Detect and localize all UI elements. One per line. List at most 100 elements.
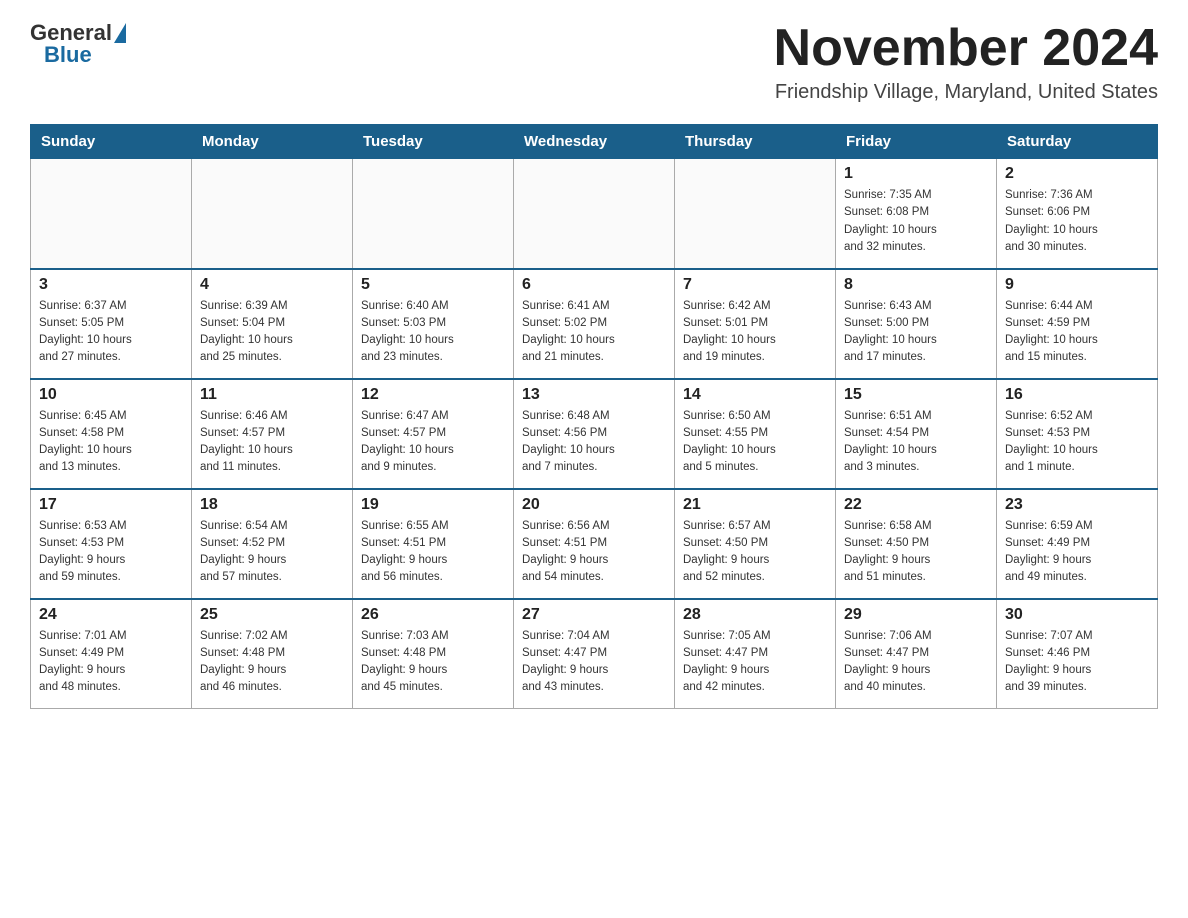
calendar-cell: 18Sunrise: 6:54 AM Sunset: 4:52 PM Dayli… xyxy=(192,489,353,599)
weekday-header-thursday: Thursday xyxy=(675,125,836,159)
cell-sun-info: Sunrise: 6:39 AM Sunset: 5:04 PM Dayligh… xyxy=(200,298,344,367)
cell-sun-info: Sunrise: 6:40 AM Sunset: 5:03 PM Dayligh… xyxy=(361,298,505,367)
cell-sun-info: Sunrise: 7:36 AM Sunset: 6:06 PM Dayligh… xyxy=(1005,187,1149,256)
cell-sun-info: Sunrise: 6:55 AM Sunset: 4:51 PM Dayligh… xyxy=(361,518,505,587)
cell-date-number: 25 xyxy=(200,606,344,624)
calendar-cell: 27Sunrise: 7:04 AM Sunset: 4:47 PM Dayli… xyxy=(514,599,675,709)
weekday-header-wednesday: Wednesday xyxy=(514,125,675,159)
calendar-cell: 6 Sunrise: 6:41 AM Sunset: 5:02 PM Daylig… xyxy=(514,269,675,379)
cell-date-number: 28 xyxy=(683,606,827,624)
cell-sun-info: Sunrise: 7:07 AM Sunset: 4:46 PM Dayligh… xyxy=(1005,628,1149,697)
cell-date-number: 1 xyxy=(844,165,988,183)
cell-sun-info: Sunrise: 6:42 AM Sunset: 5:01 PM Dayligh… xyxy=(683,298,827,367)
calendar-cell: 25 Sunrise: 7:02 AM Sunset: 4:48 PM Dayli… xyxy=(192,599,353,709)
cell-date-number: 27 xyxy=(522,606,666,624)
cell-sun-info: Sunrise: 6:56 AM Sunset: 4:51 PM Dayligh… xyxy=(522,518,666,587)
cell-date-number: 6 xyxy=(522,276,666,294)
cell-date-number: 7 xyxy=(683,276,827,294)
logo: General Blue xyxy=(30,20,126,68)
cell-sun-info: Sunrise: 7:03 AM Sunset: 4:48 PM Dayligh… xyxy=(361,628,505,697)
calendar-cell: 20 Sunrise: 6:56 AM Sunset: 4:51 PM Dayli… xyxy=(514,489,675,599)
calendar-cell: 26 Sunrise: 7:03 AM Sunset: 4:48 PM Dayli… xyxy=(353,599,514,709)
cell-sun-info: Sunrise: 7:06 AM Sunset: 4:47 PM Dayligh… xyxy=(844,628,988,697)
calendar-cell: 21 Sunrise: 6:57 AM Sunset: 4:50 PM Dayli… xyxy=(675,489,836,599)
cell-date-number: 8 xyxy=(844,276,988,294)
cell-date-number: 20 xyxy=(522,496,666,514)
cell-date-number: 15 xyxy=(844,386,988,404)
calendar-cell: 17 Sunrise: 6:53 AM Sunset: 4:53 PM Dayli… xyxy=(31,489,192,599)
calendar-cell: 28 Sunrise: 7:05 AM Sunset: 4:47 PM Dayli… xyxy=(675,599,836,709)
page-header: General Blue November 2024 Friendship Vi… xyxy=(30,20,1158,104)
cell-date-number: 23 xyxy=(1005,496,1149,514)
cell-sun-info: Sunrise: 6:52 AM Sunset: 4:53 PM Dayligh… xyxy=(1005,408,1149,477)
calendar-cell: 2 Sunrise: 7:36 AM Sunset: 6:06 PM Daylig… xyxy=(997,159,1158,269)
cell-date-number: 21 xyxy=(683,496,827,514)
calendar-week-row: 3 Sunrise: 6:37 AM Sunset: 5:05 PM Daylig… xyxy=(31,269,1158,379)
cell-sun-info: Sunrise: 7:01 AM Sunset: 4:49 PM Dayligh… xyxy=(39,628,183,697)
cell-date-number: 11 xyxy=(200,386,344,404)
cell-date-number: 22 xyxy=(844,496,988,514)
cell-sun-info: Sunrise: 7:05 AM Sunset: 4:47 PM Dayligh… xyxy=(683,628,827,697)
cell-date-number: 18 xyxy=(200,496,344,514)
cell-date-number: 26 xyxy=(361,606,505,624)
calendar-cell: 24 Sunrise: 7:01 AM Sunset: 4:49 PM Dayli… xyxy=(31,599,192,709)
calendar-week-row: 17 Sunrise: 6:53 AM Sunset: 4:53 PM Dayli… xyxy=(31,489,1158,599)
cell-sun-info: Sunrise: 7:02 AM Sunset: 4:48 PM Dayligh… xyxy=(200,628,344,697)
calendar-cell xyxy=(192,159,353,269)
cell-sun-info: Sunrise: 6:58 AM Sunset: 4:50 PM Dayligh… xyxy=(844,518,988,587)
location-title: Friendship Village, Maryland, United Sta… xyxy=(774,81,1158,104)
cell-date-number: 16 xyxy=(1005,386,1149,404)
calendar-cell: 14 Sunrise: 6:50 AM Sunset: 4:55 PM Dayli… xyxy=(675,379,836,489)
cell-sun-info: Sunrise: 6:37 AM Sunset: 5:05 PM Dayligh… xyxy=(39,298,183,367)
weekday-header-saturday: Saturday xyxy=(997,125,1158,159)
cell-sun-info: Sunrise: 6:51 AM Sunset: 4:54 PM Dayligh… xyxy=(844,408,988,477)
calendar-cell: 22 Sunrise: 6:58 AM Sunset: 4:50 PM Dayli… xyxy=(836,489,997,599)
cell-sun-info: Sunrise: 6:50 AM Sunset: 4:55 PM Dayligh… xyxy=(683,408,827,477)
calendar-cell: 16 Sunrise: 6:52 AM Sunset: 4:53 PM Dayli… xyxy=(997,379,1158,489)
calendar-cell: 29 Sunrise: 7:06 AM Sunset: 4:47 PM Dayli… xyxy=(836,599,997,709)
calendar-cell: 13 Sunrise: 6:48 AM Sunset: 4:56 PM Dayli… xyxy=(514,379,675,489)
calendar-cell xyxy=(31,159,192,269)
cell-date-number: 19 xyxy=(361,496,505,514)
cell-sun-info: Sunrise: 6:44 AM Sunset: 4:59 PM Dayligh… xyxy=(1005,298,1149,367)
cell-date-number: 10 xyxy=(39,386,183,404)
calendar-cell: 23Sunrise: 6:59 AM Sunset: 4:49 PM Dayli… xyxy=(997,489,1158,599)
calendar-cell: 5Sunrise: 6:40 AM Sunset: 5:03 PM Daylig… xyxy=(353,269,514,379)
calendar-cell: 12Sunrise: 6:47 AM Sunset: 4:57 PM Dayli… xyxy=(353,379,514,489)
calendar-cell: 1Sunrise: 7:35 AM Sunset: 6:08 PM Daylig… xyxy=(836,159,997,269)
calendar-week-row: 10Sunrise: 6:45 AM Sunset: 4:58 PM Dayli… xyxy=(31,379,1158,489)
cell-sun-info: Sunrise: 6:41 AM Sunset: 5:02 PM Dayligh… xyxy=(522,298,666,367)
weekday-header-friday: Friday xyxy=(836,125,997,159)
cell-date-number: 9 xyxy=(1005,276,1149,294)
cell-sun-info: Sunrise: 6:46 AM Sunset: 4:57 PM Dayligh… xyxy=(200,408,344,477)
cell-sun-info: Sunrise: 6:57 AM Sunset: 4:50 PM Dayligh… xyxy=(683,518,827,587)
calendar-cell: 30 Sunrise: 7:07 AM Sunset: 4:46 PM Dayli… xyxy=(997,599,1158,709)
cell-date-number: 30 xyxy=(1005,606,1149,624)
cell-sun-info: Sunrise: 6:43 AM Sunset: 5:00 PM Dayligh… xyxy=(844,298,988,367)
cell-date-number: 4 xyxy=(200,276,344,294)
cell-sun-info: Sunrise: 6:48 AM Sunset: 4:56 PM Dayligh… xyxy=(522,408,666,477)
calendar-week-row: 1Sunrise: 7:35 AM Sunset: 6:08 PM Daylig… xyxy=(31,159,1158,269)
weekday-header-row: SundayMondayTuesdayWednesdayThursdayFrid… xyxy=(31,125,1158,159)
cell-sun-info: Sunrise: 6:53 AM Sunset: 4:53 PM Dayligh… xyxy=(39,518,183,587)
weekday-header-sunday: Sunday xyxy=(31,125,192,159)
calendar-cell: 4 Sunrise: 6:39 AM Sunset: 5:04 PM Daylig… xyxy=(192,269,353,379)
cell-date-number: 2 xyxy=(1005,165,1149,183)
cell-date-number: 24 xyxy=(39,606,183,624)
calendar-cell: 3 Sunrise: 6:37 AM Sunset: 5:05 PM Daylig… xyxy=(31,269,192,379)
cell-date-number: 12 xyxy=(361,386,505,404)
cell-date-number: 29 xyxy=(844,606,988,624)
calendar-cell xyxy=(514,159,675,269)
logo-triangle-icon xyxy=(114,23,126,43)
month-title: November 2024 xyxy=(774,20,1158,77)
calendar-cell: 9 Sunrise: 6:44 AM Sunset: 4:59 PM Daylig… xyxy=(997,269,1158,379)
calendar-cell: 15 Sunrise: 6:51 AM Sunset: 4:54 PM Dayli… xyxy=(836,379,997,489)
cell-date-number: 17 xyxy=(39,496,183,514)
calendar-cell xyxy=(353,159,514,269)
cell-date-number: 3 xyxy=(39,276,183,294)
cell-date-number: 14 xyxy=(683,386,827,404)
calendar-table: SundayMondayTuesdayWednesdayThursdayFrid… xyxy=(30,124,1158,709)
cell-date-number: 13 xyxy=(522,386,666,404)
weekday-header-monday: Monday xyxy=(192,125,353,159)
calendar-cell: 8 Sunrise: 6:43 AM Sunset: 5:00 PM Daylig… xyxy=(836,269,997,379)
